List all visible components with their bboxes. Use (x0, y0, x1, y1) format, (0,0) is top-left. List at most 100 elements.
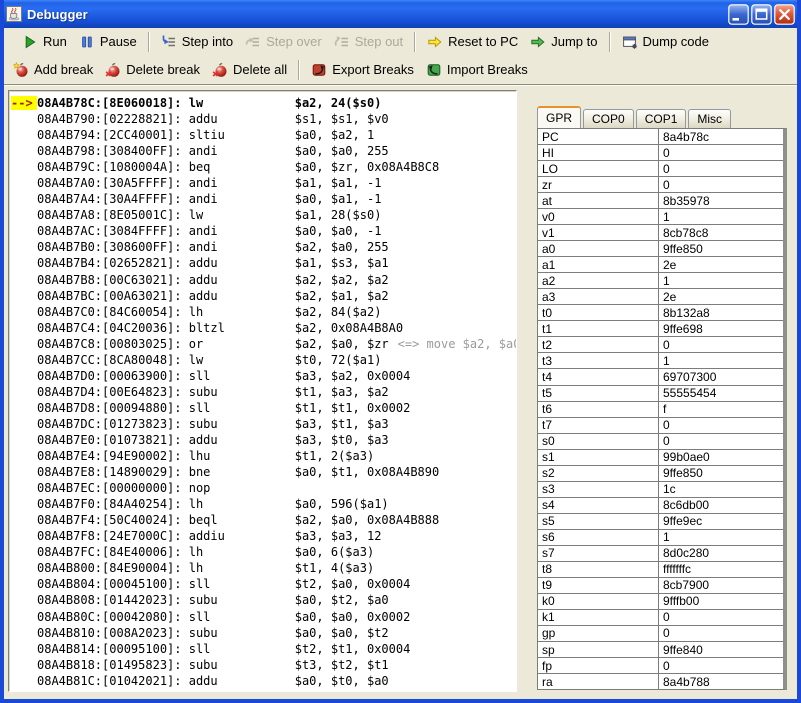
disasm-row[interactable]: 08A4B7A0:[30A5FFFF]: andi$a1, $a1, -1 (11, 175, 516, 191)
register-value[interactable]: 9ffe840 (659, 642, 783, 657)
register-value[interactable]: 99b0ae0 (659, 450, 783, 465)
register-value[interactable]: 2e (659, 257, 783, 272)
disasm-row[interactable]: 08A4B79C:[1080004A]: beq$a0, $zr, 0x08A4… (11, 159, 516, 175)
tab-gpr[interactable]: GPR (537, 106, 581, 128)
register-value[interactable]: 1 (659, 530, 783, 545)
disasm-row[interactable]: 08A4B814:[00095100]: sll$t2, $t1, 0x0004 (11, 641, 516, 657)
disasm-row[interactable]: 08A4B7C0:[84C60054]: lh$a2, 84($a2) (11, 304, 516, 320)
disasm-row[interactable]: 08A4B7D0:[00063900]: sll$a3, $a2, 0x0004 (11, 368, 516, 384)
register-name: t9 (538, 578, 659, 593)
disasm-row[interactable]: 08A4B7FC:[84E40006]: lh$a0, 6($a3) (11, 544, 516, 560)
register-value[interactable]: 0 (659, 658, 783, 673)
register-value[interactable]: 1 (659, 273, 783, 288)
reset-to-pc-button[interactable]: Reset to PC (421, 32, 524, 52)
disasm-row[interactable]: 08A4B7F8:[24E7000C]: addiu$a3, $a3, 12 (11, 528, 516, 544)
disasm-row[interactable]: 08A4B794:[2CC40001]: sltiu$a0, $a2, 1 (11, 127, 516, 143)
disasm-row[interactable]: 08A4B80C:[00042080]: sll$a0, $a0, 0x0002 (11, 609, 516, 625)
register-value[interactable]: 0 (659, 337, 783, 352)
register-value[interactable]: 0 (659, 626, 783, 641)
titlebar[interactable]: Debugger (0, 0, 801, 28)
run-button[interactable]: Run (16, 32, 73, 52)
register-value[interactable]: 9ffe850 (659, 466, 783, 481)
disasm-row[interactable]: 08A4B7B8:[00C63021]: addu$a2, $a2, $a2 (11, 272, 516, 288)
tab-cop1[interactable]: COP1 (636, 109, 687, 128)
disasm-row[interactable]: 08A4B790:[02228821]: addu$s1, $s1, $v0 (11, 111, 516, 127)
register-value[interactable]: 0 (659, 610, 783, 625)
register-value[interactable]: 0 (659, 434, 783, 449)
disassembly-listing[interactable]: -->08A4B78C:[8E060018]: lw$a2, 24($s0)08… (8, 90, 517, 692)
disasm-row[interactable]: 08A4B7A4:[30A4FFFF]: andi$a0, $a1, -1 (11, 191, 516, 207)
register-value[interactable]: 9ffe850 (659, 241, 783, 256)
instruction-operands: $a2, $a1, $a2 (295, 289, 389, 303)
register-row: v01 (538, 209, 783, 225)
disasm-row[interactable]: 08A4B810:[008A2023]: subu$a0, $a0, $t2 (11, 625, 516, 641)
disasm-row[interactable]: 08A4B7E0:[01073821]: addu$a3, $t0, $a3 (11, 432, 516, 448)
register-value[interactable]: 0 (659, 161, 783, 176)
disasm-row[interactable]: 08A4B7D4:[00E64823]: subu$t1, $a3, $a2 (11, 384, 516, 400)
step-into-button[interactable]: Step into (155, 32, 239, 52)
register-value[interactable]: 8cb78c8 (659, 225, 783, 240)
disasm-row[interactable]: 08A4B7DC:[01273823]: subu$a3, $t1, $a3 (11, 416, 516, 432)
register-value[interactable]: 69707300 (659, 369, 783, 384)
disasm-row[interactable]: 08A4B81C:[01042021]: addu$a0, $t0, $a0 (11, 673, 516, 689)
register-value[interactable]: 8d0c280 (659, 546, 783, 561)
pause-button[interactable]: Pause (73, 32, 143, 52)
disasm-row[interactable]: 08A4B7F0:[84A40254]: lh$a0, 596($a1) (11, 496, 516, 512)
register-value[interactable]: 1 (659, 209, 783, 224)
disasm-row[interactable]: 08A4B7E4:[94E90002]: lhu$t1, 2($a3) (11, 448, 516, 464)
disasm-row[interactable]: -->08A4B78C:[8E060018]: lw$a2, 24($s0) (11, 95, 516, 111)
register-value[interactable]: 8a4b788 (659, 674, 783, 689)
register-value[interactable]: 0 (659, 418, 783, 433)
import-breaks-button[interactable]: Import Breaks (420, 60, 534, 80)
minimize-button[interactable] (728, 4, 749, 25)
disasm-row[interactable]: 08A4B7E8:[14890029]: bne$a0, $t1, 0x08A4… (11, 464, 516, 480)
register-value[interactable]: 8b35978 (659, 193, 783, 208)
dump-code-button[interactable]: Dump code (616, 32, 715, 52)
disasm-row[interactable]: 08A4B7B0:[308600FF]: andi$a2, $a0, 255 (11, 239, 516, 255)
instruction-address-and-opcode: 08A4B7EC:[00000000]: (37, 481, 189, 495)
disasm-row[interactable]: 08A4B818:[01495823]: subu$t3, $t2, $t1 (11, 657, 516, 673)
disasm-row[interactable]: 08A4B7F4:[50C40024]: beql$a2, $a0, 0x08A… (11, 512, 516, 528)
maximize-button[interactable] (751, 4, 772, 25)
register-value[interactable]: 9ffe9ec (659, 514, 783, 529)
register-value[interactable]: 9ffe698 (659, 321, 783, 336)
disasm-row[interactable]: 08A4B7C4:[04C20036]: bltzl$a2, 0x08A4B8A… (11, 320, 516, 336)
tab-misc[interactable]: Misc (688, 109, 731, 128)
delete-break-button[interactable]: Delete break (99, 60, 206, 80)
register-value[interactable]: 0 (659, 145, 783, 160)
java-app-icon[interactable] (6, 6, 22, 22)
register-value[interactable]: 8c6db00 (659, 498, 783, 513)
jump-to-button[interactable]: Jump to (524, 32, 603, 52)
disasm-row[interactable]: 08A4B7A8:[8E05001C]: lw$a1, 28($s0) (11, 207, 516, 223)
register-value[interactable]: 2e (659, 289, 783, 304)
disasm-row[interactable]: 08A4B7AC:[3084FFFF]: andi$a0, $a0, -1 (11, 223, 516, 239)
disasm-row[interactable]: 08A4B7BC:[00A63021]: addu$a2, $a1, $a2 (11, 288, 516, 304)
register-value[interactable]: 9fffb00 (659, 594, 783, 609)
disasm-row[interactable]: 08A4B808:[01442023]: subu$a0, $t2, $a0 (11, 592, 516, 608)
disasm-row[interactable]: 08A4B7EC:[00000000]: nop (11, 480, 516, 496)
disasm-row[interactable]: 08A4B7CC:[8CA80048]: lw$t0, 72($a1) (11, 352, 516, 368)
register-value[interactable]: 55555454 (659, 386, 783, 401)
disasm-row[interactable]: 08A4B7C8:[00803025]: or$a2, $a0, $zr<=> … (11, 336, 516, 352)
disasm-row[interactable]: 08A4B7B4:[02652821]: addu$a1, $s3, $a1 (11, 255, 516, 271)
disasm-row[interactable]: 08A4B7D8:[00094880]: sll$t1, $t1, 0x0002 (11, 400, 516, 416)
disasm-row[interactable]: 08A4B798:[308400FF]: andi$a0, $a0, 255 (11, 143, 516, 159)
delete-all-button[interactable]: Delete all (206, 60, 293, 80)
instruction-mnemonic: subu (189, 417, 295, 431)
register-value[interactable]: 8a4b78c (659, 129, 783, 144)
tab-cop0[interactable]: COP0 (583, 109, 634, 128)
register-value[interactable]: 8cb7900 (659, 578, 783, 593)
register-value[interactable]: 1c (659, 482, 783, 497)
add-break-button[interactable]: Add break (7, 60, 99, 80)
instruction-operands: $a0, $a0, -1 (295, 224, 382, 238)
register-value[interactable]: 8b132a8 (659, 305, 783, 320)
register-value[interactable]: fffffffc (659, 562, 783, 577)
disasm-row[interactable]: 08A4B800:[84E90004]: lh$t1, 4($a3) (11, 560, 516, 576)
close-button[interactable] (774, 4, 795, 25)
register-value[interactable]: 0 (659, 177, 783, 192)
register-value[interactable]: f (659, 402, 783, 417)
register-value[interactable]: 1 (659, 353, 783, 368)
disasm-row[interactable]: 08A4B804:[00045100]: sll$t2, $a0, 0x0004 (11, 576, 516, 592)
instruction-address-and-opcode: 08A4B7B4:[02652821]: (37, 256, 189, 270)
export-breaks-button[interactable]: Export Breaks (305, 60, 420, 80)
